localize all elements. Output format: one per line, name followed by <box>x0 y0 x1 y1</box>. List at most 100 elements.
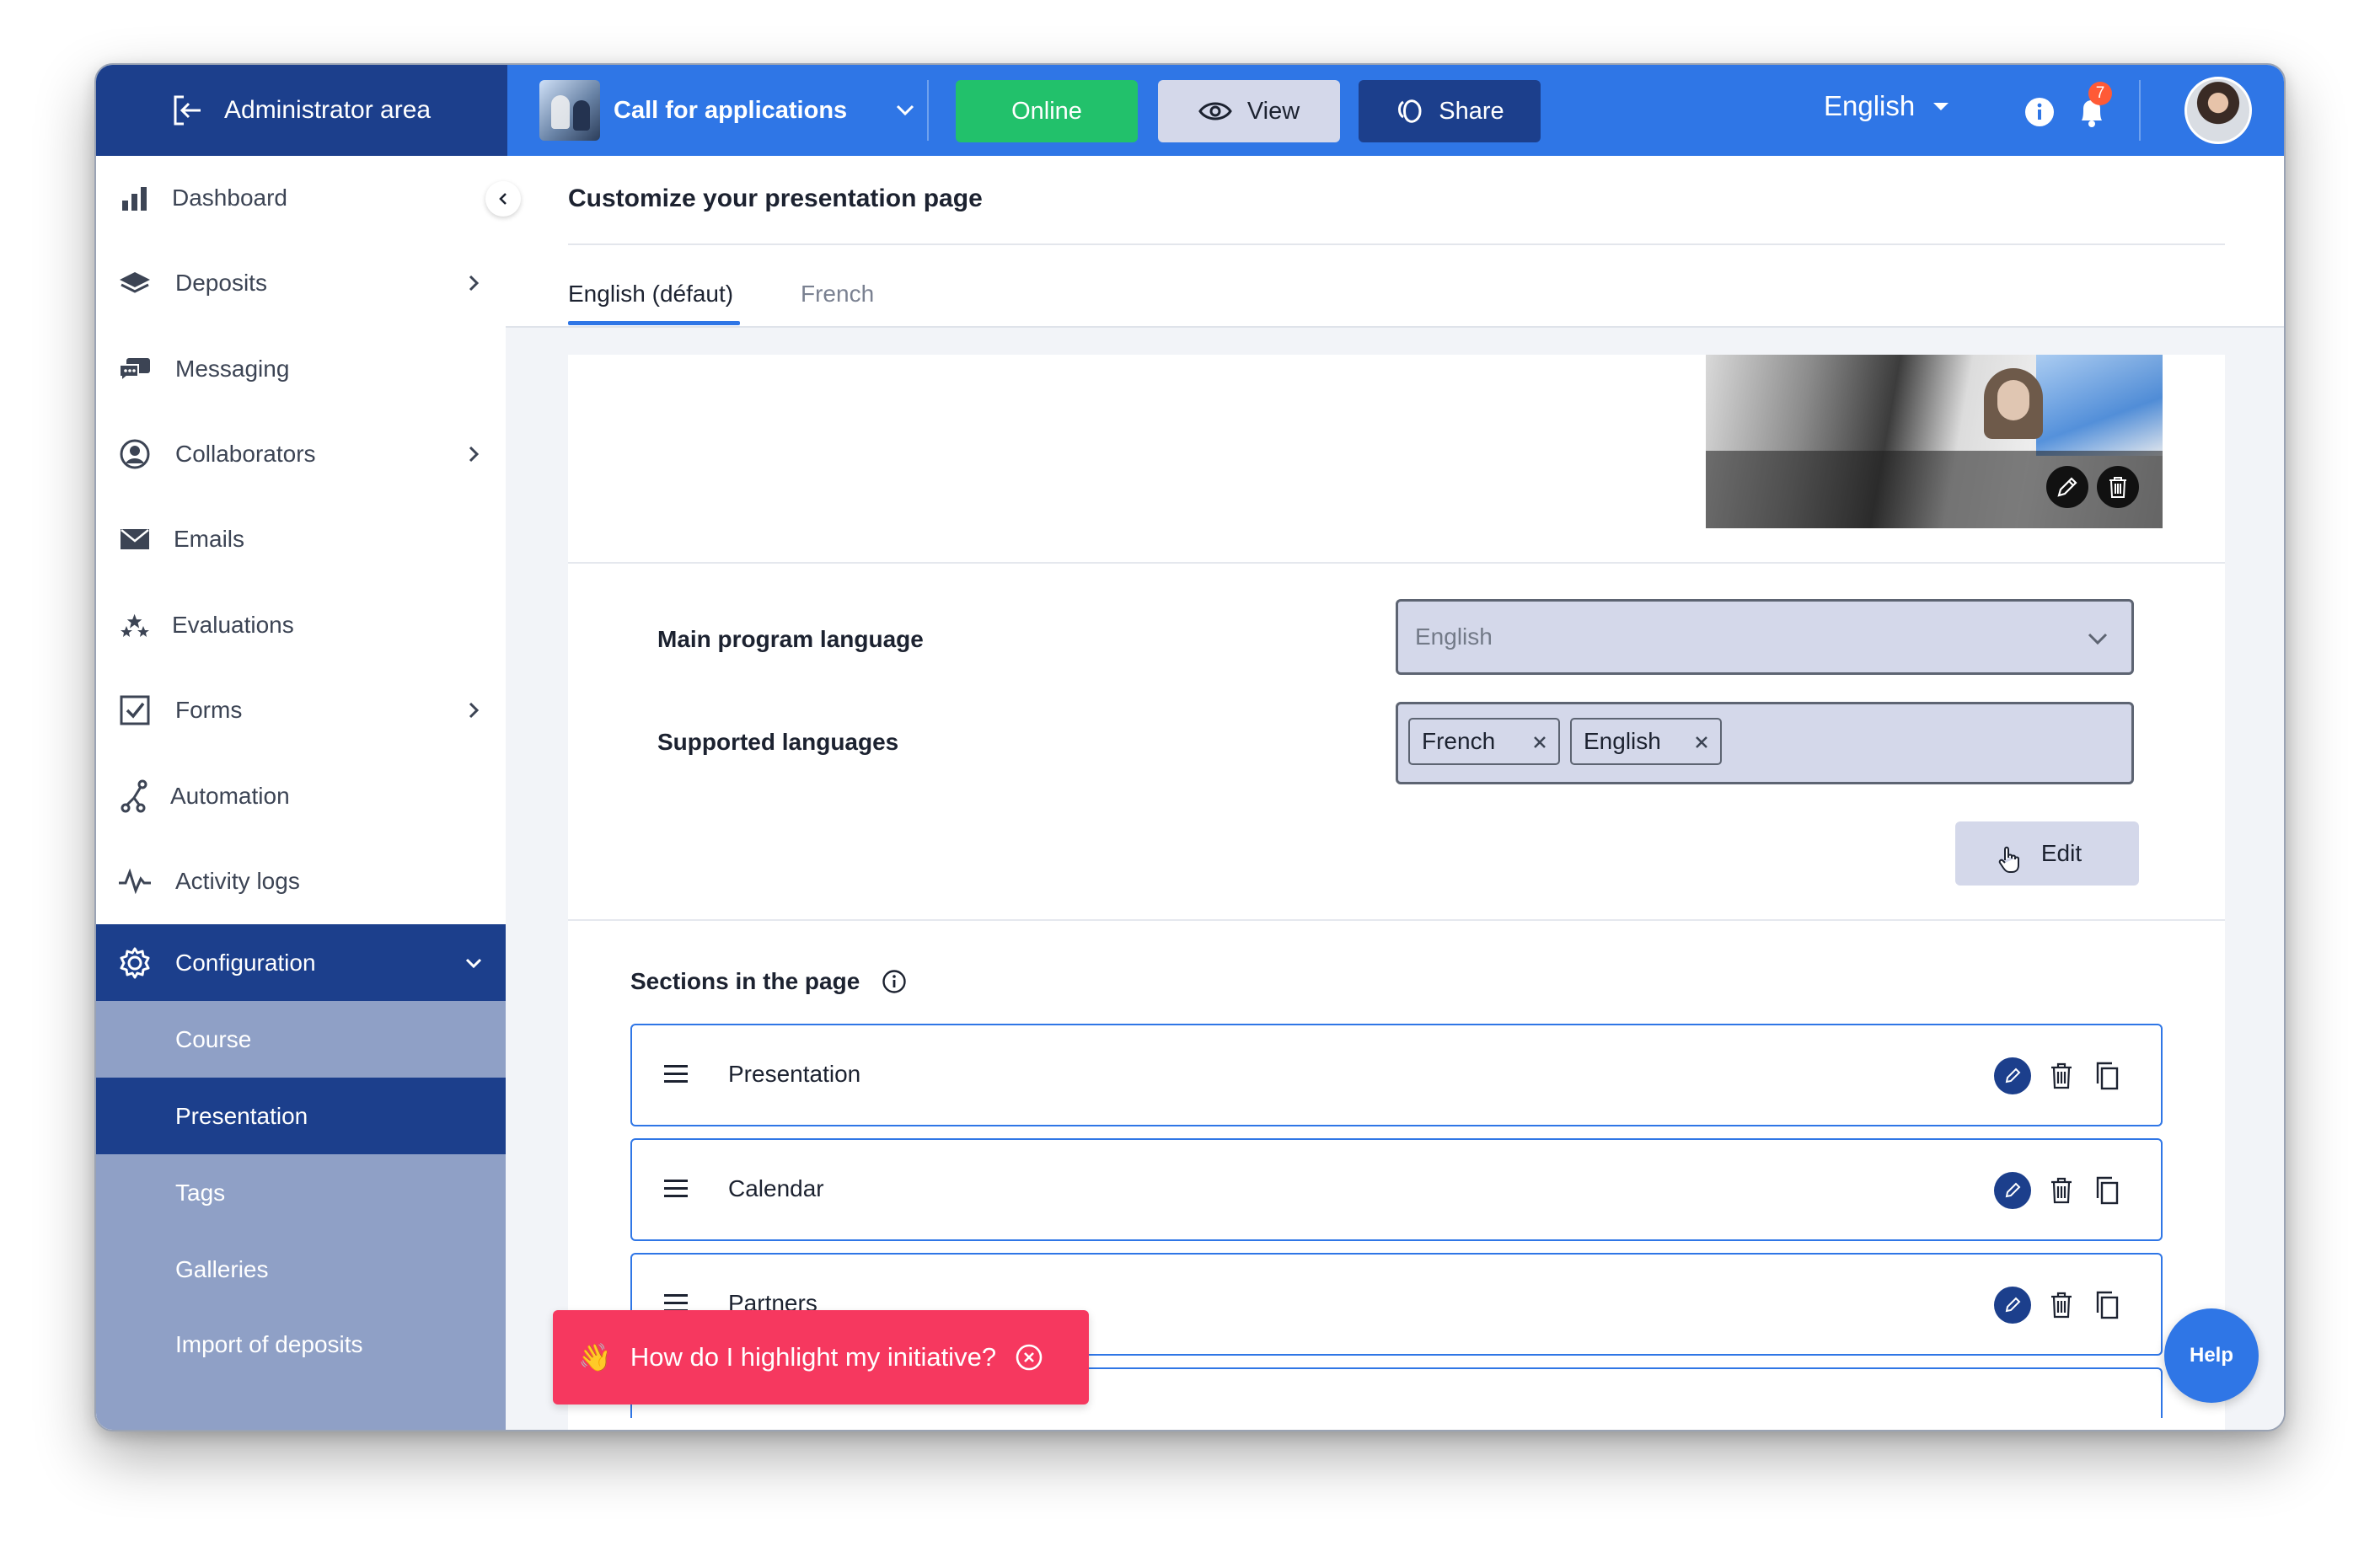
section-name: Calendar <box>728 1175 824 1201</box>
subnav-item-tags[interactable]: Tags <box>96 1154 506 1231</box>
delete-section-button[interactable] <box>2043 1287 2080 1324</box>
subnav-item-presentation[interactable]: Presentation <box>96 1078 506 1154</box>
layers-icon <box>118 266 152 300</box>
cover-image-card <box>568 355 2225 564</box>
divider <box>2139 80 2141 141</box>
main-language-value: English <box>1415 623 1493 650</box>
stars-icon <box>118 608 152 642</box>
sidebar-item-label: Messaging <box>175 356 290 382</box>
avatar[interactable] <box>2184 77 2252 144</box>
section-row-presentation[interactable]: Presentation <box>630 1024 2163 1126</box>
sections-title-label: Sections in the page <box>630 968 860 994</box>
delete-section-button[interactable] <box>2043 1172 2080 1209</box>
activity-icon <box>118 864 152 898</box>
program-name: Call for applications <box>614 96 848 124</box>
envelope-icon <box>118 522 152 556</box>
copy-icon <box>2096 1291 2119 1319</box>
help-button[interactable]: Help <box>2164 1308 2259 1403</box>
edit-label: Edit <box>2040 840 2082 866</box>
main-language-label: Main program language <box>657 626 924 652</box>
close-circle-icon[interactable] <box>1015 1343 1043 1372</box>
close-icon[interactable] <box>1693 734 1710 751</box>
share-label: Share <box>1439 97 1504 125</box>
supported-languages-input[interactable]: French English <box>1396 702 2134 784</box>
subnav-item-import-of-deposits[interactable]: Import of deposits <box>96 1308 506 1430</box>
sidebar-item-evaluations[interactable]: Evaluations <box>96 583 506 667</box>
sidebar-item-label: Activity logs <box>175 868 300 894</box>
drag-handle-icon[interactable] <box>662 1062 689 1086</box>
trash-icon <box>2051 1062 2072 1089</box>
eye-icon <box>1198 102 1232 120</box>
edit-section-button[interactable] <box>1994 1287 2031 1324</box>
info-icon[interactable] <box>2024 97 2055 127</box>
waving-hand-icon: 👋 <box>578 1342 612 1372</box>
tab-french[interactable]: French <box>801 281 874 308</box>
chevron-right-icon <box>469 275 480 292</box>
chat-icon <box>118 352 152 386</box>
user-circle-icon <box>118 437 152 471</box>
sidebar-item-forms[interactable]: Forms <box>96 668 506 752</box>
main-language-select[interactable]: English <box>1396 599 2134 675</box>
sidebar-item-activity-logs[interactable]: Activity logs <box>96 839 506 923</box>
program-selector[interactable]: Call for applications <box>539 80 918 141</box>
subnav-item-galleries[interactable]: Galleries <box>96 1231 506 1308</box>
sidebar-item-configuration[interactable]: Configuration <box>96 924 506 1001</box>
chevron-down-icon <box>465 958 482 968</box>
toast-text: How do I highlight my initiative? <box>630 1342 997 1372</box>
trash-icon <box>2109 477 2126 498</box>
subnav-item-course[interactable]: Course <box>96 1001 506 1078</box>
section-name: Presentation <box>728 1061 861 1087</box>
cover-image <box>1706 355 2163 528</box>
divider <box>568 243 2225 245</box>
sidebar-item-dashboard[interactable]: Dashboard <box>96 156 506 240</box>
page-title: Customize your presentation page <box>568 185 983 212</box>
section-row-calendar[interactable]: Calendar <box>630 1138 2163 1241</box>
language-label: English <box>1824 90 1916 121</box>
bar-chart-icon <box>118 181 152 215</box>
edit-section-button[interactable] <box>1994 1172 2031 1209</box>
subnav-label: Import of deposits <box>175 1331 363 1357</box>
subnav-label: Course <box>175 1025 252 1052</box>
help-toast[interactable]: 👋 How do I highlight my initiative? <box>553 1310 1089 1405</box>
sidebar-item-deposits[interactable]: Deposits <box>96 241 506 325</box>
chevron-right-icon <box>469 446 480 463</box>
edit-languages-button[interactable]: Edit <box>1955 821 2139 886</box>
trash-icon <box>2051 1292 2072 1319</box>
pencil-icon <box>2057 477 2077 497</box>
duplicate-section-button[interactable] <box>2088 1172 2125 1209</box>
close-icon[interactable] <box>1531 734 1548 751</box>
program-thumbnail <box>539 80 600 141</box>
collapse-sidebar-button[interactable] <box>485 181 521 217</box>
language-selector[interactable]: English <box>1824 90 1949 122</box>
sidebar-item-label: Emails <box>174 526 245 552</box>
tab-english[interactable]: English (défaut) <box>568 281 733 308</box>
duplicate-section-button[interactable] <box>2088 1057 2125 1094</box>
subnav-label: Tags <box>175 1179 226 1206</box>
view-label: View <box>1246 97 1300 125</box>
sidebar-item-collaborators[interactable]: Collaborators <box>96 412 506 496</box>
view-button[interactable]: View <box>1158 80 1340 142</box>
subnav-label: Galleries <box>175 1255 269 1282</box>
online-button[interactable]: Online <box>956 80 1138 142</box>
drag-handle-icon[interactable] <box>662 1177 689 1201</box>
administrator-area-link[interactable]: Administrator area <box>96 65 506 156</box>
language-settings-card: Main program language English Supported … <box>568 564 2225 921</box>
delete-image-button[interactable] <box>2097 466 2139 508</box>
exit-icon <box>174 95 201 126</box>
edit-section-button[interactable] <box>1994 1057 2031 1094</box>
info-circle-icon[interactable] <box>882 969 907 994</box>
supported-languages-label: Supported languages <box>657 729 899 755</box>
chip-label: French <box>1422 728 1496 754</box>
duplicate-section-button[interactable] <box>2088 1287 2125 1324</box>
subnav-label: Presentation <box>175 1102 308 1129</box>
copy-icon <box>2096 1062 2119 1090</box>
sidebar-item-messaging[interactable]: Messaging <box>96 327 506 411</box>
share-icon <box>1398 99 1422 123</box>
delete-section-button[interactable] <box>2043 1057 2080 1094</box>
edit-image-button[interactable] <box>2046 466 2088 508</box>
sidebar-item-label: Forms <box>175 697 243 723</box>
share-button[interactable]: Share <box>1359 80 1541 142</box>
administrator-area-label: Administrator area <box>224 96 432 124</box>
sidebar-item-emails[interactable]: Emails <box>96 497 506 581</box>
sidebar-item-automation[interactable]: Automation <box>96 754 506 838</box>
